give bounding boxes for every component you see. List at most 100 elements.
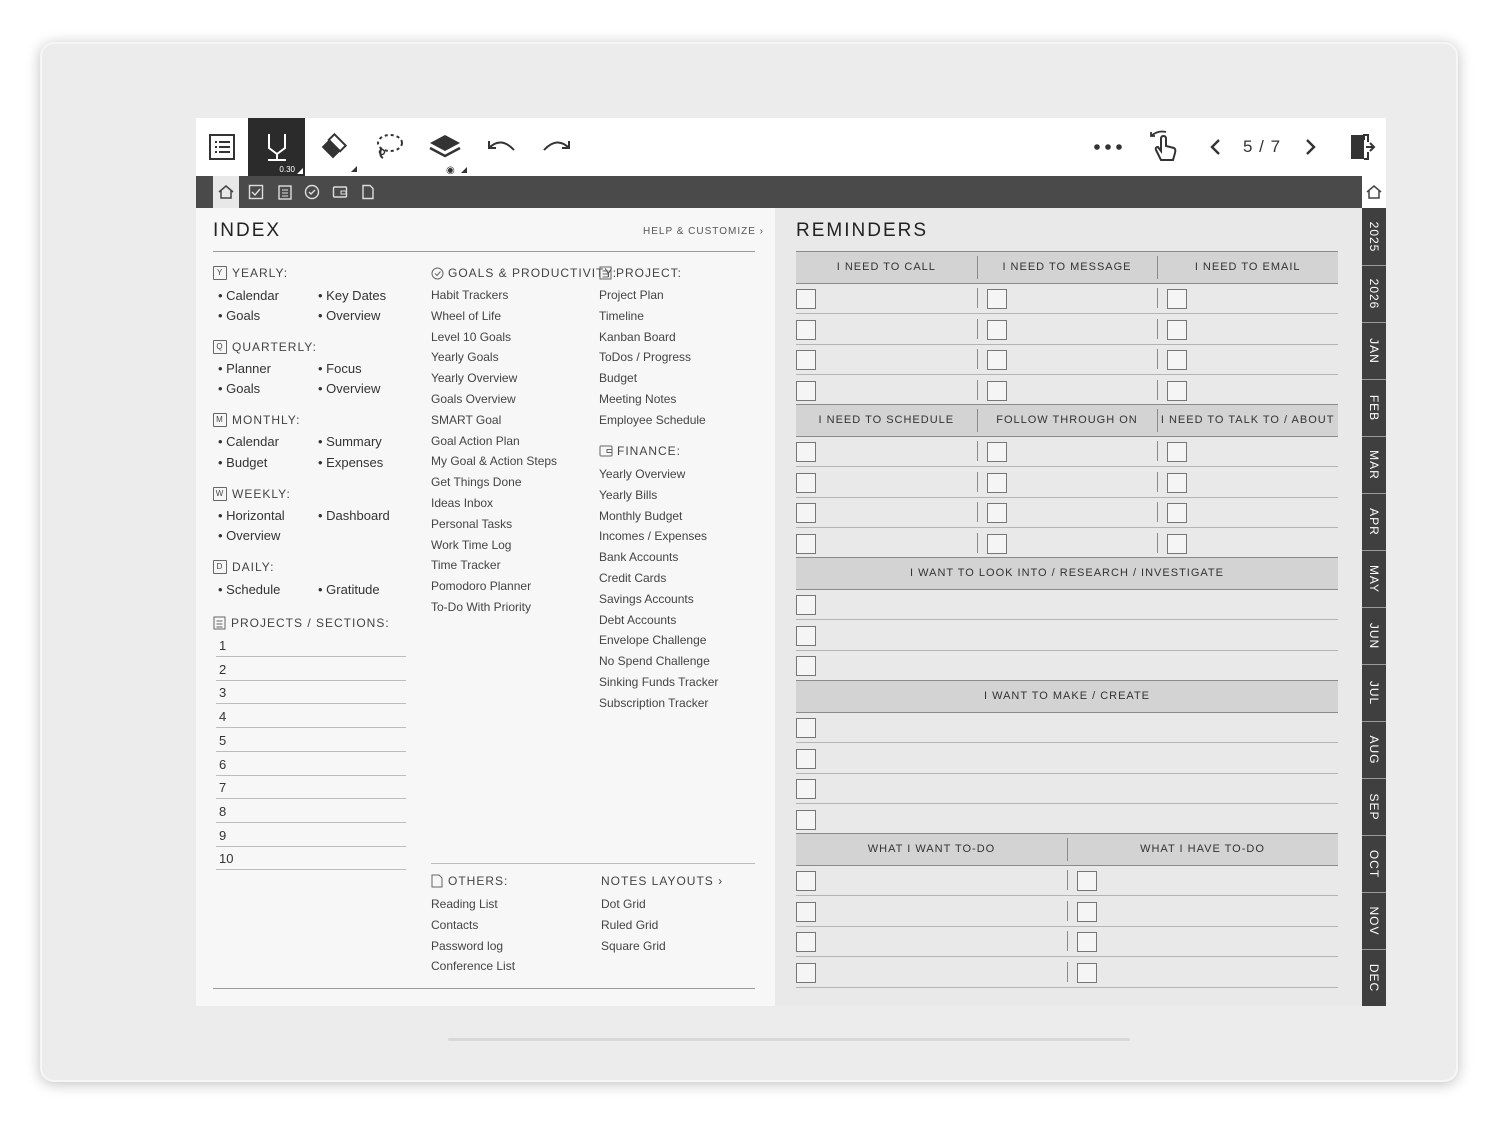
- project-number[interactable]: 1: [219, 638, 226, 653]
- reminder-checkbox[interactable]: [1077, 901, 1097, 922]
- side-tab-dec[interactable]: DEC: [1362, 949, 1386, 1006]
- index-link[interactable]: Contacts: [431, 918, 478, 932]
- index-link[interactable]: Goals Overview: [431, 392, 516, 406]
- list-icon[interactable]: [196, 118, 248, 176]
- section-daily[interactable]: D DAILY:: [213, 560, 274, 574]
- reminder-checkbox[interactable]: [796, 350, 816, 371]
- index-link[interactable]: No Spend Challenge: [599, 654, 710, 668]
- reminder-checkbox[interactable]: [796, 381, 816, 402]
- index-link[interactable]: Work Time Log: [431, 538, 511, 552]
- project-number[interactable]: 2: [219, 662, 226, 677]
- index-link[interactable]: Timeline: [599, 309, 644, 323]
- lasso-icon[interactable]: [361, 118, 417, 176]
- index-link[interactable]: Monthly Budget: [599, 509, 682, 523]
- link-monthly-budget[interactable]: • Budget: [218, 455, 267, 470]
- project-number[interactable]: 8: [219, 804, 226, 819]
- reminder-checkbox[interactable]: [1167, 503, 1188, 524]
- reminder-checkbox[interactable]: [796, 503, 816, 524]
- reminder-checkbox[interactable]: [796, 779, 816, 800]
- index-link[interactable]: Savings Accounts: [599, 592, 694, 606]
- project-number[interactable]: 9: [219, 828, 226, 843]
- link-weekly-dashboard[interactable]: • Dashboard: [318, 508, 390, 523]
- wallet-icon[interactable]: [332, 184, 348, 200]
- link-quarterly-planner[interactable]: • Planner: [218, 361, 271, 376]
- reminder-checkbox[interactable]: [796, 289, 816, 309]
- reminder-checkbox[interactable]: [796, 534, 816, 555]
- section-projects[interactable]: PROJECTS / SECTIONS:: [213, 616, 390, 630]
- index-link[interactable]: Yearly Overview: [431, 371, 517, 385]
- reminder-checkbox[interactable]: [1077, 932, 1097, 953]
- tab-home[interactable]: [213, 176, 239, 208]
- index-link[interactable]: Reading List: [431, 897, 498, 911]
- side-tab-home[interactable]: [1362, 176, 1386, 208]
- index-link[interactable]: Envelope Challenge: [599, 633, 706, 647]
- side-tab-oct[interactable]: OCT: [1362, 835, 1386, 893]
- index-link[interactable]: Debt Accounts: [599, 613, 676, 627]
- redo-icon[interactable]: [529, 118, 585, 176]
- reminder-checkbox[interactable]: [1167, 472, 1188, 493]
- undo-icon[interactable]: [473, 118, 529, 176]
- reminder-checkbox[interactable]: [1167, 381, 1188, 402]
- reminder-checkbox[interactable]: [986, 534, 1007, 555]
- link-monthly-calendar[interactable]: • Calendar: [218, 434, 279, 449]
- notes-icon[interactable]: [277, 184, 293, 200]
- reminder-checkbox[interactable]: [986, 442, 1007, 462]
- index-link[interactable]: Employee Schedule: [599, 413, 706, 427]
- reminder-checkbox[interactable]: [1077, 963, 1097, 984]
- index-link[interactable]: My Goal & Action Steps: [431, 454, 557, 468]
- reminder-checkbox[interactable]: [1167, 534, 1188, 555]
- goal-icon[interactable]: [304, 184, 320, 200]
- reminder-checkbox[interactable]: [986, 503, 1007, 524]
- section-weekly[interactable]: W WEEKLY:: [213, 487, 291, 501]
- next-page-button[interactable]: [1296, 118, 1326, 176]
- reminder-checkbox[interactable]: [796, 442, 816, 462]
- exit-icon[interactable]: [1344, 118, 1380, 176]
- reminder-checkbox[interactable]: [986, 319, 1007, 340]
- section-yearly[interactable]: Y YEARLY:: [213, 266, 288, 280]
- link-daily-gratitude[interactable]: • Gratitude: [318, 582, 380, 597]
- link-daily-schedule[interactable]: • Schedule: [218, 582, 280, 597]
- link-quarterly-overview[interactable]: • Overview: [318, 381, 380, 396]
- index-link[interactable]: Personal Tasks: [431, 517, 512, 531]
- link-yearly-key-dates[interactable]: • Key Dates: [318, 288, 386, 303]
- index-link[interactable]: Yearly Overview: [599, 467, 685, 481]
- project-number[interactable]: 3: [219, 685, 226, 700]
- index-link[interactable]: SMART Goal: [431, 413, 501, 427]
- reminder-checkbox[interactable]: [1077, 871, 1097, 891]
- index-link[interactable]: Meeting Notes: [599, 392, 676, 406]
- index-link[interactable]: Sinking Funds Tracker: [599, 675, 718, 689]
- index-link[interactable]: Square Grid: [601, 939, 666, 953]
- reminder-checkbox[interactable]: [1167, 442, 1188, 462]
- project-number[interactable]: 4: [219, 709, 226, 724]
- section-monthly[interactable]: M MONTHLY:: [213, 413, 300, 427]
- project-number[interactable]: 5: [219, 733, 226, 748]
- link-quarterly-focus[interactable]: • Focus: [318, 361, 362, 376]
- link-yearly-calendar[interactable]: • Calendar: [218, 288, 279, 303]
- reminder-checkbox[interactable]: [796, 595, 816, 615]
- reminder-checkbox[interactable]: [796, 932, 816, 953]
- index-link[interactable]: Get Things Done: [431, 475, 522, 489]
- project-number[interactable]: 10: [219, 851, 233, 866]
- page-icon[interactable]: [360, 184, 376, 200]
- index-link[interactable]: Dot Grid: [601, 897, 646, 911]
- side-tab-may[interactable]: MAY: [1362, 550, 1386, 608]
- reminder-checkbox[interactable]: [986, 289, 1007, 309]
- side-tab-aug[interactable]: AUG: [1362, 721, 1386, 779]
- index-link[interactable]: Habit Trackers: [431, 288, 508, 302]
- side-tab-sep[interactable]: SEP: [1362, 778, 1386, 836]
- index-link[interactable]: Yearly Goals: [431, 350, 499, 364]
- index-link[interactable]: Budget: [599, 371, 637, 385]
- reminder-checkbox[interactable]: [796, 963, 816, 984]
- index-link[interactable]: Conference List: [431, 959, 515, 973]
- index-link[interactable]: ToDos / Progress: [599, 350, 691, 364]
- index-link[interactable]: Bank Accounts: [599, 550, 678, 564]
- more-icon[interactable]: [1086, 118, 1130, 176]
- index-link[interactable]: Goal Action Plan: [431, 434, 520, 448]
- link-weekly-overview[interactable]: • Overview: [218, 528, 280, 543]
- reminder-checkbox[interactable]: [796, 748, 816, 769]
- reminder-checkbox[interactable]: [986, 472, 1007, 493]
- link-weekly-horizontal[interactable]: • Horizontal: [218, 508, 285, 523]
- side-tab-jun[interactable]: JUN: [1362, 607, 1386, 665]
- layers-icon[interactable]: ◉: [417, 118, 473, 176]
- section-quarterly[interactable]: Q QUARTERLY:: [213, 340, 317, 354]
